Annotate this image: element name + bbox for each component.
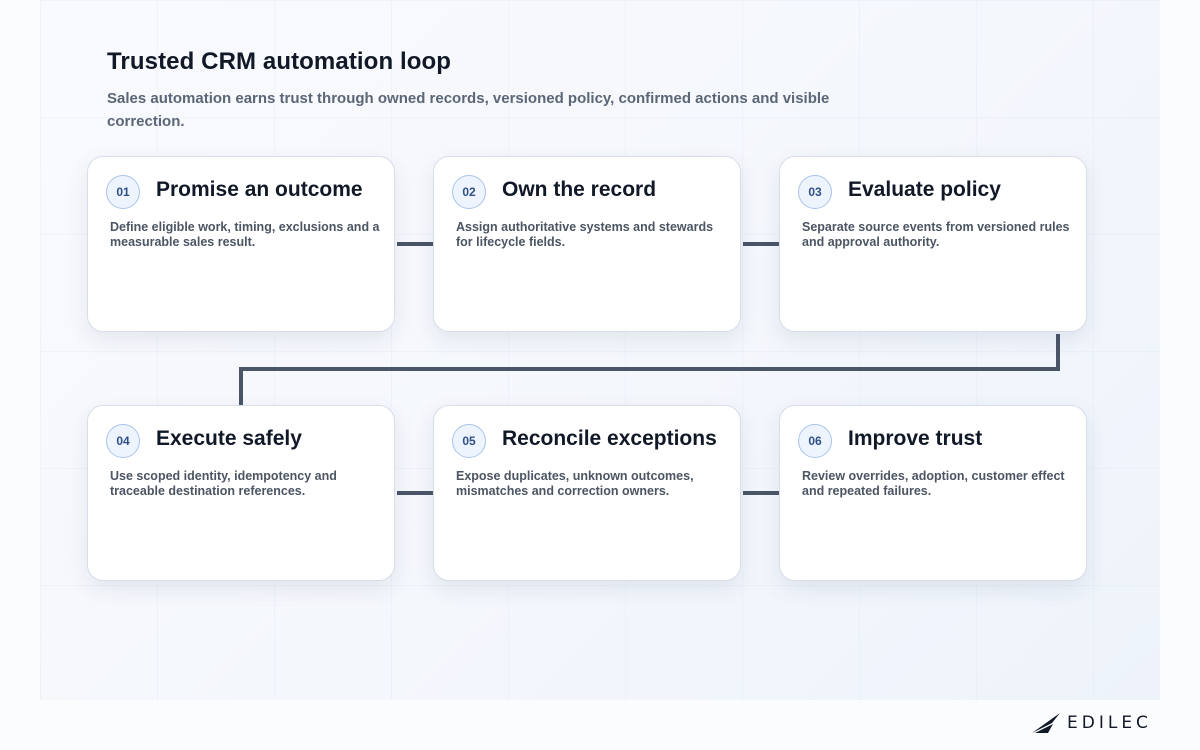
step-card-04: 04 Execute safely Use scoped identity, i… <box>87 405 395 581</box>
step-title: Execute safely <box>156 427 302 450</box>
step-title: Improve trust <box>848 427 983 450</box>
step-description: Use scoped identity, idempotency and tra… <box>110 469 337 498</box>
step-card-01: 01 Promise an outcome Define eligible wo… <box>87 156 395 332</box>
step-card-02: 02 Own the record Assign authoritative s… <box>433 156 741 332</box>
step-title: Own the record <box>502 178 657 201</box>
connector-03-04 <box>239 334 1060 405</box>
step-number-badge: 03 <box>798 175 832 209</box>
step-title: Reconcile exceptions <box>502 427 717 450</box>
edilec-wing-logo-icon <box>1032 713 1060 733</box>
step-description: Separate source events from versioned ru… <box>802 220 1070 249</box>
step-number-badge: 05 <box>452 424 486 458</box>
step-description: Assign authoritative systems and steward… <box>456 220 714 249</box>
brand-logo: EDILEC <box>1031 710 1152 736</box>
step-number-badge: 04 <box>106 424 140 458</box>
brand-name: EDILEC <box>1067 713 1152 733</box>
step-title: Evaluate policy <box>848 178 1001 201</box>
step-description: Expose duplicates, unknown outcomes, mis… <box>456 469 694 498</box>
step-number-badge: 06 <box>798 424 832 458</box>
step-description: Define eligible work, timing, exclusions… <box>110 220 380 249</box>
step-card-06: 06 Improve trust Review overrides, adopt… <box>779 405 1087 581</box>
step-description: Review overrides, adoption, customer eff… <box>802 469 1065 498</box>
step-number-badge: 02 <box>452 175 486 209</box>
step-number-badge: 01 <box>106 175 140 209</box>
flow-connectors <box>239 242 1060 495</box>
step-title: Promise an outcome <box>156 178 363 201</box>
step-card-05: 05 Reconcile exceptions Expose duplicate… <box>433 405 741 581</box>
step-card-03: 03 Evaluate policy Separate source event… <box>779 156 1087 332</box>
